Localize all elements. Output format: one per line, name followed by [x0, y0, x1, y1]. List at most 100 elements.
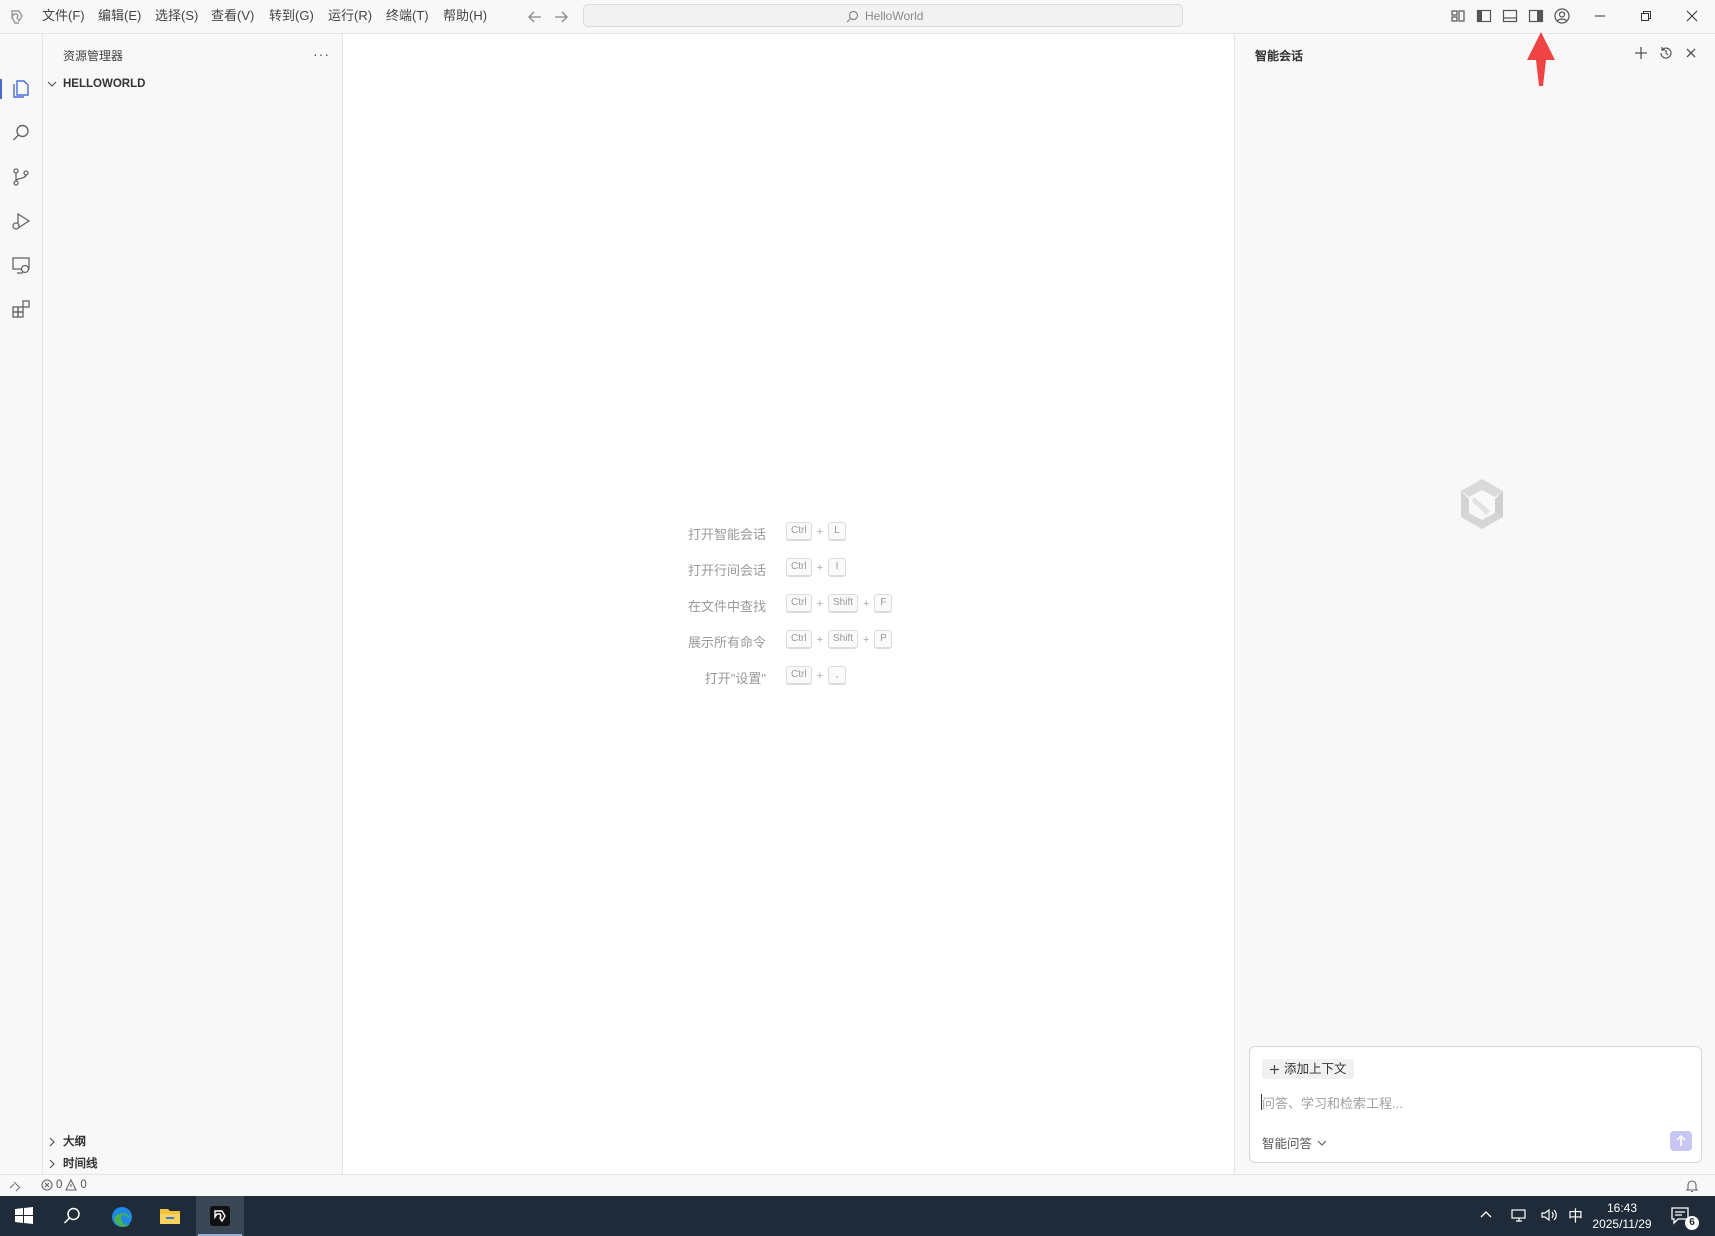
- taskbar-search-icon[interactable]: [48, 1196, 96, 1236]
- app-logo-icon: [8, 8, 26, 26]
- hint-label: 打开行间会话: [687, 563, 766, 578]
- taskbar: 中 16:43 2025/11/29 6: [0, 1196, 1715, 1236]
- hint-open-settings: 打开"设置" Ctrl + ,: [343, 666, 1234, 686]
- chevron-down-icon: [47, 79, 57, 89]
- customize-layout-icon[interactable]: [1449, 7, 1467, 25]
- menu-view[interactable]: 查看(V): [211, 7, 254, 25]
- menu-file[interactable]: 文件(F): [42, 7, 85, 25]
- remote-explorer-icon[interactable]: [0, 245, 42, 285]
- hint-label: 展示所有命令: [687, 635, 766, 650]
- search-icon[interactable]: [0, 113, 42, 153]
- error-icon: [41, 1179, 53, 1191]
- chevron-right-icon: [47, 1137, 57, 1147]
- folder-name: HELLOWORLD: [63, 78, 146, 90]
- menu-edit[interactable]: 编辑(E): [98, 7, 141, 25]
- chat-panel: 智能会话 添加上下文 智能问答: [1235, 34, 1715, 1174]
- bell-icon[interactable]: [1685, 1179, 1699, 1193]
- activity-bar: [0, 34, 43, 1174]
- chat-input[interactable]: [1260, 1091, 1684, 1119]
- toggle-panel-icon[interactable]: [1501, 7, 1519, 25]
- key: Ctrl: [786, 594, 812, 613]
- file-explorer-icon[interactable]: [146, 1196, 194, 1236]
- hint-show-all-commands: 展示所有命令 Ctrl + Shift + P: [343, 630, 1234, 650]
- network-icon[interactable]: [1510, 1207, 1528, 1223]
- menu-help[interactable]: 帮助(H): [443, 7, 487, 25]
- clock-time: 16:43: [1606, 1201, 1638, 1215]
- error-count: 0: [56, 1179, 63, 1191]
- section-timeline-label: 时间线: [63, 1158, 98, 1170]
- menu-run[interactable]: 运行(R): [328, 7, 372, 25]
- edge-browser-icon[interactable]: [98, 1196, 146, 1236]
- arrow-up-icon: [1676, 1134, 1686, 1146]
- sidebar-title: 资源管理器: [63, 49, 124, 63]
- text-caret: [1261, 1094, 1262, 1110]
- chat-title: 智能会话: [1255, 49, 1304, 63]
- new-chat-icon[interactable]: [1632, 44, 1650, 62]
- menu-go[interactable]: 转到(G): [269, 7, 314, 25]
- toggle-primary-sidebar-icon[interactable]: [1475, 7, 1493, 25]
- remote-indicator-icon[interactable]: [8, 1179, 22, 1193]
- source-control-icon[interactable]: [0, 157, 42, 197]
- menu-terminal[interactable]: 终端(T): [386, 7, 429, 25]
- hint-find-in-files: 在文件中查找 Ctrl + Shift + F: [343, 594, 1234, 614]
- chat-mode-label: 智能问答: [1262, 1137, 1313, 1151]
- key: I: [828, 558, 846, 577]
- add-context-label: 添加上下文: [1284, 1062, 1347, 1076]
- key: Ctrl: [786, 630, 812, 649]
- hint-open-chat: 打开智能会话 Ctrl + L: [343, 522, 1234, 542]
- chevron-down-icon: [1317, 1140, 1327, 1146]
- key: F: [874, 594, 893, 613]
- assistant-logo-icon: [1451, 473, 1513, 535]
- more-actions-button[interactable]: ···: [313, 46, 330, 62]
- section-outline-label: 大纲: [63, 1136, 86, 1148]
- hint-label: 在文件中查找: [687, 599, 766, 614]
- chat-mode-select[interactable]: 智能问答: [1262, 1133, 1327, 1152]
- plus-icon: [1270, 1064, 1279, 1074]
- chevron-right-icon: [47, 1159, 57, 1169]
- search-icon: [846, 10, 859, 23]
- chat-input-box: 添加上下文 智能问答: [1249, 1046, 1702, 1163]
- restore-button[interactable]: [1623, 4, 1669, 28]
- editor-area: 打开智能会话 Ctrl + L 打开行间会话 Ctrl + I 在文件中查找 Ctr…: [343, 34, 1235, 1174]
- hint-label: 打开"设置": [704, 671, 766, 686]
- explorer-sidebar: 资源管理器 ··· HELLOWORLD 大纲 时间线: [43, 34, 343, 1174]
- warning-count: 0: [80, 1179, 87, 1191]
- forward-arrow-icon[interactable]: [552, 8, 570, 26]
- key: Shift: [828, 594, 859, 613]
- notification-count-badge: 6: [1685, 1216, 1699, 1230]
- title-bar: 文件(F) 编辑(E) 选择(S) 查看(V) 转到(G) 运行(R) 终端(T…: [0, 0, 1715, 34]
- explorer-icon[interactable]: [0, 69, 42, 109]
- history-icon[interactable]: [1657, 44, 1675, 62]
- ide-app-icon[interactable]: [196, 1196, 244, 1236]
- key: Shift: [828, 630, 859, 649]
- command-center-label: HelloWorld: [865, 9, 924, 23]
- back-arrow-icon[interactable]: [526, 8, 544, 26]
- key: Ctrl: [786, 522, 812, 541]
- hint-inline-chat: 打开行间会话 Ctrl + I: [343, 558, 1234, 578]
- show-hidden-icons-icon[interactable]: [1478, 1207, 1494, 1223]
- menu-selection[interactable]: 选择(S): [155, 7, 198, 25]
- send-button[interactable]: [1670, 1131, 1692, 1151]
- run-debug-icon[interactable]: [0, 201, 42, 241]
- problems-indicator[interactable]: 0 0: [41, 1179, 87, 1191]
- add-context-button[interactable]: 添加上下文: [1262, 1059, 1354, 1079]
- key: Ctrl: [786, 558, 812, 577]
- clock-date: 2025/11/29: [1592, 1217, 1652, 1231]
- clock[interactable]: 16:43 2025/11/29: [1580, 1200, 1664, 1232]
- toggle-secondary-sidebar-icon[interactable]: [1527, 7, 1545, 25]
- key: L: [828, 522, 846, 541]
- command-center-search[interactable]: HelloWorld: [583, 4, 1183, 27]
- extensions-icon[interactable]: [0, 289, 42, 329]
- key: P: [874, 630, 893, 649]
- warning-icon: [65, 1179, 78, 1191]
- minimize-button[interactable]: [1577, 4, 1623, 28]
- windows-start-icon[interactable]: [0, 1196, 48, 1236]
- close-icon[interactable]: [1682, 44, 1700, 62]
- account-icon[interactable]: [1553, 7, 1571, 25]
- volume-icon[interactable]: [1540, 1207, 1558, 1223]
- close-window-button[interactable]: [1669, 4, 1715, 28]
- key: Ctrl: [786, 666, 812, 685]
- key: ,: [828, 666, 846, 685]
- hint-label: 打开智能会话: [687, 527, 766, 542]
- annotation-arrow-icon: [1525, 30, 1557, 88]
